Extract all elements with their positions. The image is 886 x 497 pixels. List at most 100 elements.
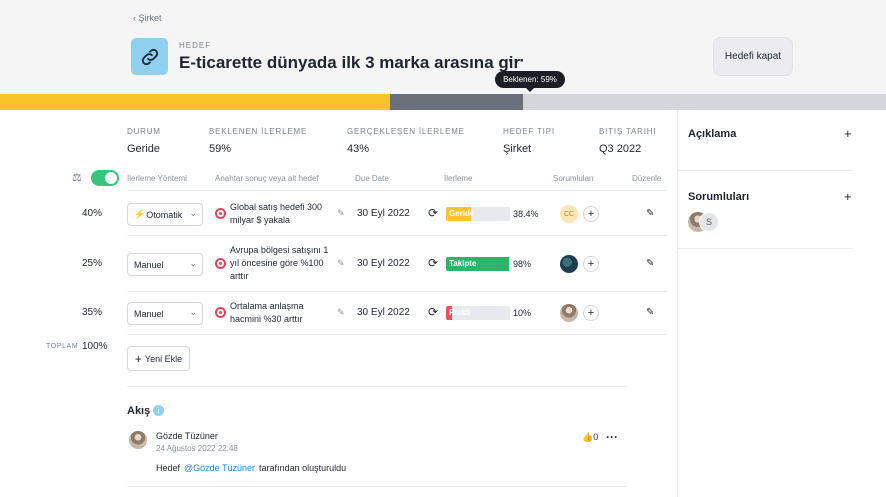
pencil-icon[interactable]: ✎: [337, 208, 345, 219]
expected-tooltip: Beklenen: 59%: [495, 71, 565, 92]
col-due-date: Due Date: [355, 174, 389, 183]
target-icon: [215, 258, 226, 269]
bolt-icon: ⚡: [134, 209, 146, 219]
owner-avatar[interactable]: CC: [560, 205, 578, 223]
more-options-icon[interactable]: ···: [508, 51, 525, 71]
key-result-name[interactable]: Global satış hedefi 300 milyar $ yakala: [230, 201, 335, 227]
close-goal-button[interactable]: Hedefi kapat: [713, 37, 793, 76]
target-icon: [215, 208, 226, 219]
due-date[interactable]: 30 Eyl 2022: [357, 307, 410, 318]
col-owners: Sorumluları: [553, 174, 594, 183]
add-owner-button[interactable]: +: [583, 256, 599, 272]
like-button[interactable]: 👍0: [582, 432, 598, 443]
method-value: Otomatik: [146, 209, 183, 220]
due-date[interactable]: 30 Eyl 2022: [357, 208, 410, 219]
stat-actual-value: 43%: [347, 143, 370, 155]
plus-icon: +: [587, 307, 595, 319]
add-owner-icon[interactable]: +: [844, 189, 852, 204]
goal-header: ‹ Şirket HEDEF E-ticarette dünyada ilk 3…: [0, 0, 886, 94]
total-label: TOPLAM: [46, 343, 79, 350]
actual-progress-segment: [0, 94, 390, 110]
key-result-name[interactable]: Avrupa bölgesi satışını 1 yıl öncesine g…: [230, 244, 335, 283]
description-title: Açıklama: [688, 128, 737, 140]
add-owner-button[interactable]: +: [583, 305, 599, 321]
kr-progress-bar: Riskli: [446, 306, 510, 320]
chevron-down-icon: ⌄: [189, 208, 197, 218]
feed-date: 24 Ağustos 2022 22:48: [156, 444, 238, 453]
info-icon[interactable]: i: [153, 405, 164, 416]
feed-text-prefix: Hedef: [156, 463, 181, 473]
col-progress: İlerleme: [444, 174, 473, 183]
back-link[interactable]: ‹ Şirket: [133, 13, 162, 23]
method-value: Manuel: [134, 308, 164, 319]
plus-icon: +: [587, 208, 595, 220]
owner-avatar[interactable]: [560, 255, 578, 273]
add-new-label: Yeni Ekle: [144, 353, 183, 364]
pencil-icon[interactable]: ✎: [337, 258, 345, 269]
kr-progress-bar: Takipte: [446, 257, 510, 271]
feed-more-icon[interactable]: ···: [606, 430, 618, 444]
edit-icon[interactable]: ✎: [646, 307, 654, 318]
feed-author: Gözde Tüzüner: [156, 431, 218, 441]
feed-title: Akış: [127, 405, 151, 417]
sync-icon[interactable]: ⟳: [428, 206, 438, 220]
owner-avatar[interactable]: S: [699, 212, 719, 232]
target-icon: [215, 307, 226, 318]
section-divider: [127, 386, 627, 387]
row-divider: [127, 291, 667, 292]
method-select[interactable]: Manuel ⌄: [127, 253, 203, 276]
row-divider: [127, 190, 667, 191]
col-edit: Düzenle: [632, 174, 662, 183]
method-select[interactable]: ⚡ Otomatik ⌄: [127, 203, 203, 226]
sync-icon[interactable]: ⟳: [428, 305, 438, 319]
sync-icon[interactable]: ⟳: [428, 256, 438, 270]
stat-end-label: BITIŞ TARIHI: [599, 127, 657, 136]
weight-toggle[interactable]: [91, 170, 119, 186]
kr-status-label: Takipte: [449, 259, 477, 268]
kr-status-label: Geride: [449, 209, 475, 218]
plus-icon: +: [587, 258, 595, 270]
pencil-icon[interactable]: ✎: [337, 307, 345, 318]
feed-avatar: [129, 431, 147, 449]
edit-icon[interactable]: ✎: [646, 258, 654, 269]
total-value: 100%: [82, 341, 108, 352]
kr-percent: 38.4%: [513, 209, 539, 219]
edit-icon[interactable]: ✎: [646, 208, 654, 219]
col-key-result: Anahtar sonuç veya alt hedef: [215, 174, 319, 183]
stat-status-label: DURUM: [127, 127, 161, 136]
chevron-down-icon: ⌄: [189, 258, 197, 268]
toggle-knob: [105, 172, 117, 184]
panel-divider: [678, 170, 853, 171]
expected-progress-segment: [389, 94, 523, 110]
col-method: İlerleme Yöntemi: [127, 174, 187, 183]
row-weight: 25%: [82, 258, 103, 269]
row-weight: 35%: [82, 307, 103, 318]
stat-type-value: Şirket: [503, 143, 532, 155]
feed-message: Hedef @Gözde Tüzüner tarafından oluşturuld…: [156, 463, 346, 473]
add-description-icon[interactable]: +: [844, 126, 852, 141]
plus-icon: +: [134, 351, 142, 366]
stat-end-value: Q3 2022: [599, 143, 642, 155]
add-new-button[interactable]: + Yeni Ekle: [127, 346, 190, 371]
feed-mention[interactable]: @Gözde Tüzüner: [184, 463, 255, 473]
kr-status-label: Riskli: [449, 308, 471, 317]
row-divider: [127, 334, 667, 335]
back-label: Şirket: [138, 13, 162, 23]
kr-percent: 10%: [513, 308, 532, 318]
method-value: Manuel: [134, 259, 164, 270]
owner-avatar[interactable]: [560, 304, 578, 322]
due-date[interactable]: 30 Eyl 2022: [357, 258, 410, 269]
goal-title: E-ticarette dünyada ilk 3 marka arasına …: [179, 53, 521, 72]
scale-icon: ⚖: [72, 172, 82, 184]
kr-percent: 98%: [513, 259, 532, 269]
stat-type-label: HEDEF TIPI: [503, 127, 555, 136]
kr-progress-bar: Geride: [446, 207, 510, 221]
key-result-name[interactable]: Ortalama anlaşma hacmini %30 arttır: [230, 300, 335, 326]
add-owner-button[interactable]: +: [583, 206, 599, 222]
thumbs-up-icon: 👍: [582, 432, 594, 442]
goal-kicker: HEDEF: [179, 41, 212, 50]
link-icon: [131, 38, 168, 75]
method-select[interactable]: Manuel ⌄: [127, 302, 203, 325]
chevron-down-icon: ⌄: [189, 307, 197, 317]
goal-progress-strip: [0, 94, 886, 110]
